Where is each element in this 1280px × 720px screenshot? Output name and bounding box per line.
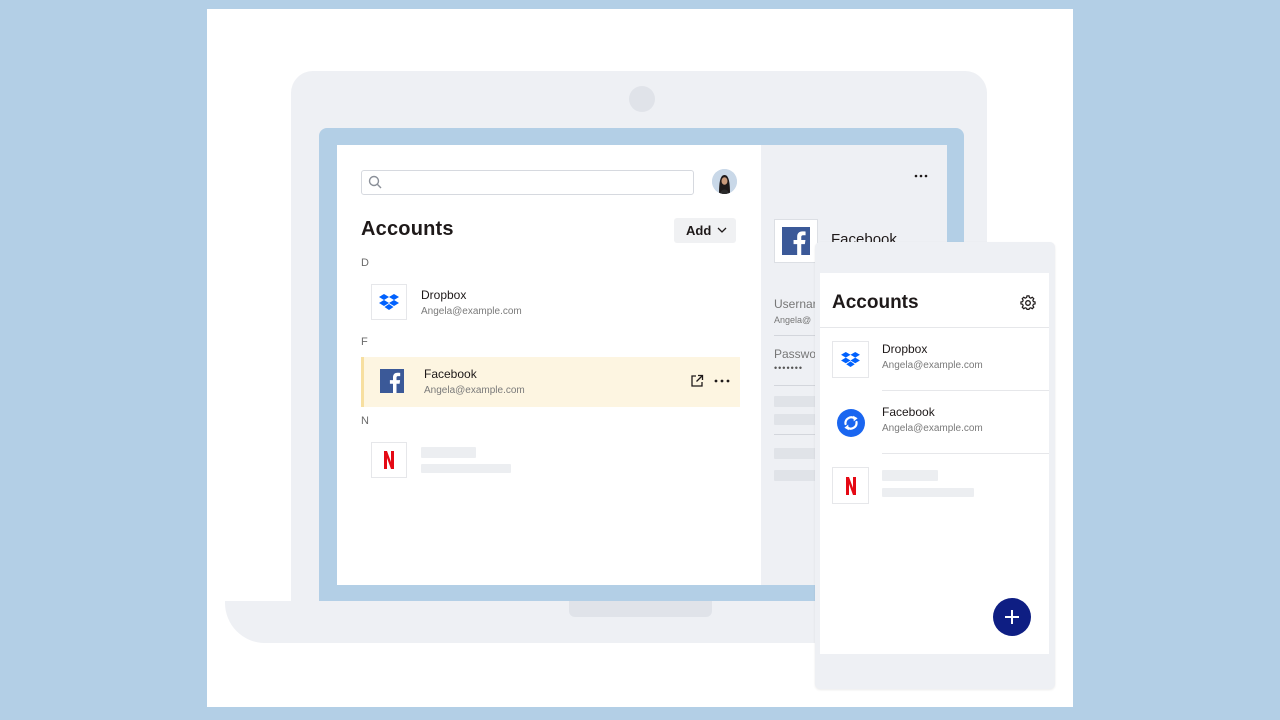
field-placeholder bbox=[774, 396, 819, 407]
add-account-button[interactable] bbox=[993, 598, 1031, 636]
field-placeholder bbox=[774, 448, 819, 459]
plus-icon bbox=[1005, 610, 1019, 624]
password-label: Passwo bbox=[774, 347, 817, 361]
mobile-list-item-netflix[interactable] bbox=[820, 455, 1049, 517]
search-input[interactable] bbox=[361, 170, 694, 195]
username-value[interactable]: Angela@ bbox=[774, 315, 811, 325]
add-button-label: Add bbox=[686, 223, 712, 238]
mobile-device: Accounts Dropbox Angela@example.com Face… bbox=[815, 242, 1055, 689]
section-letter-d: D bbox=[361, 257, 369, 269]
email-placeholder bbox=[421, 464, 511, 473]
laptop-camera bbox=[629, 86, 655, 112]
list-item-facebook[interactable]: Facebook Angela@example.com bbox=[361, 357, 740, 407]
sync-icon bbox=[832, 404, 869, 441]
item-email: Angela@example.com bbox=[882, 423, 983, 434]
item-email: Angela@example.com bbox=[882, 360, 983, 371]
search-icon bbox=[368, 175, 382, 189]
section-letter-f: F bbox=[361, 336, 368, 348]
divider bbox=[882, 453, 1049, 454]
more-options-icon[interactable] bbox=[914, 174, 928, 178]
netflix-icon bbox=[371, 442, 407, 478]
section-letter-n: N bbox=[361, 415, 369, 427]
add-button[interactable]: Add bbox=[674, 218, 736, 243]
chevron-down-icon bbox=[717, 227, 727, 233]
name-placeholder bbox=[882, 470, 938, 481]
page-title: Accounts bbox=[361, 218, 454, 240]
field-placeholder bbox=[774, 470, 819, 481]
dropbox-icon bbox=[371, 284, 407, 320]
item-email: Angela@example.com bbox=[424, 385, 525, 396]
laptop-notch bbox=[569, 601, 712, 617]
dropbox-icon bbox=[832, 341, 869, 378]
more-options-icon[interactable] bbox=[714, 379, 730, 383]
item-name: Facebook bbox=[882, 405, 935, 419]
list-item-netflix[interactable] bbox=[361, 436, 737, 486]
mobile-page-title: Accounts bbox=[832, 292, 919, 313]
item-name: Dropbox bbox=[421, 288, 467, 302]
mobile-app-screen: Accounts Dropbox Angela@example.com Face… bbox=[820, 273, 1049, 654]
mobile-list-item-facebook[interactable]: Facebook Angela@example.com bbox=[820, 392, 1049, 454]
name-placeholder bbox=[421, 447, 476, 458]
open-external-icon[interactable] bbox=[690, 374, 704, 388]
avatar[interactable] bbox=[712, 169, 737, 194]
item-email: Angela@example.com bbox=[421, 306, 522, 317]
divider bbox=[882, 390, 1049, 391]
item-name: Dropbox bbox=[882, 342, 928, 356]
email-placeholder bbox=[882, 488, 974, 497]
user-avatar-icon bbox=[712, 169, 737, 194]
list-item-dropbox[interactable]: Dropbox Angela@example.com bbox=[361, 278, 737, 328]
facebook-icon bbox=[774, 219, 818, 263]
username-label: Usernar bbox=[774, 297, 817, 311]
divider bbox=[820, 327, 1049, 328]
facebook-icon bbox=[374, 363, 410, 399]
password-value[interactable]: ••••••• bbox=[774, 363, 803, 373]
field-placeholder bbox=[774, 414, 819, 425]
item-name: Facebook bbox=[424, 367, 477, 381]
mobile-list-item-dropbox[interactable]: Dropbox Angela@example.com bbox=[820, 329, 1049, 391]
netflix-icon bbox=[832, 467, 869, 504]
gear-icon[interactable] bbox=[1020, 295, 1036, 311]
